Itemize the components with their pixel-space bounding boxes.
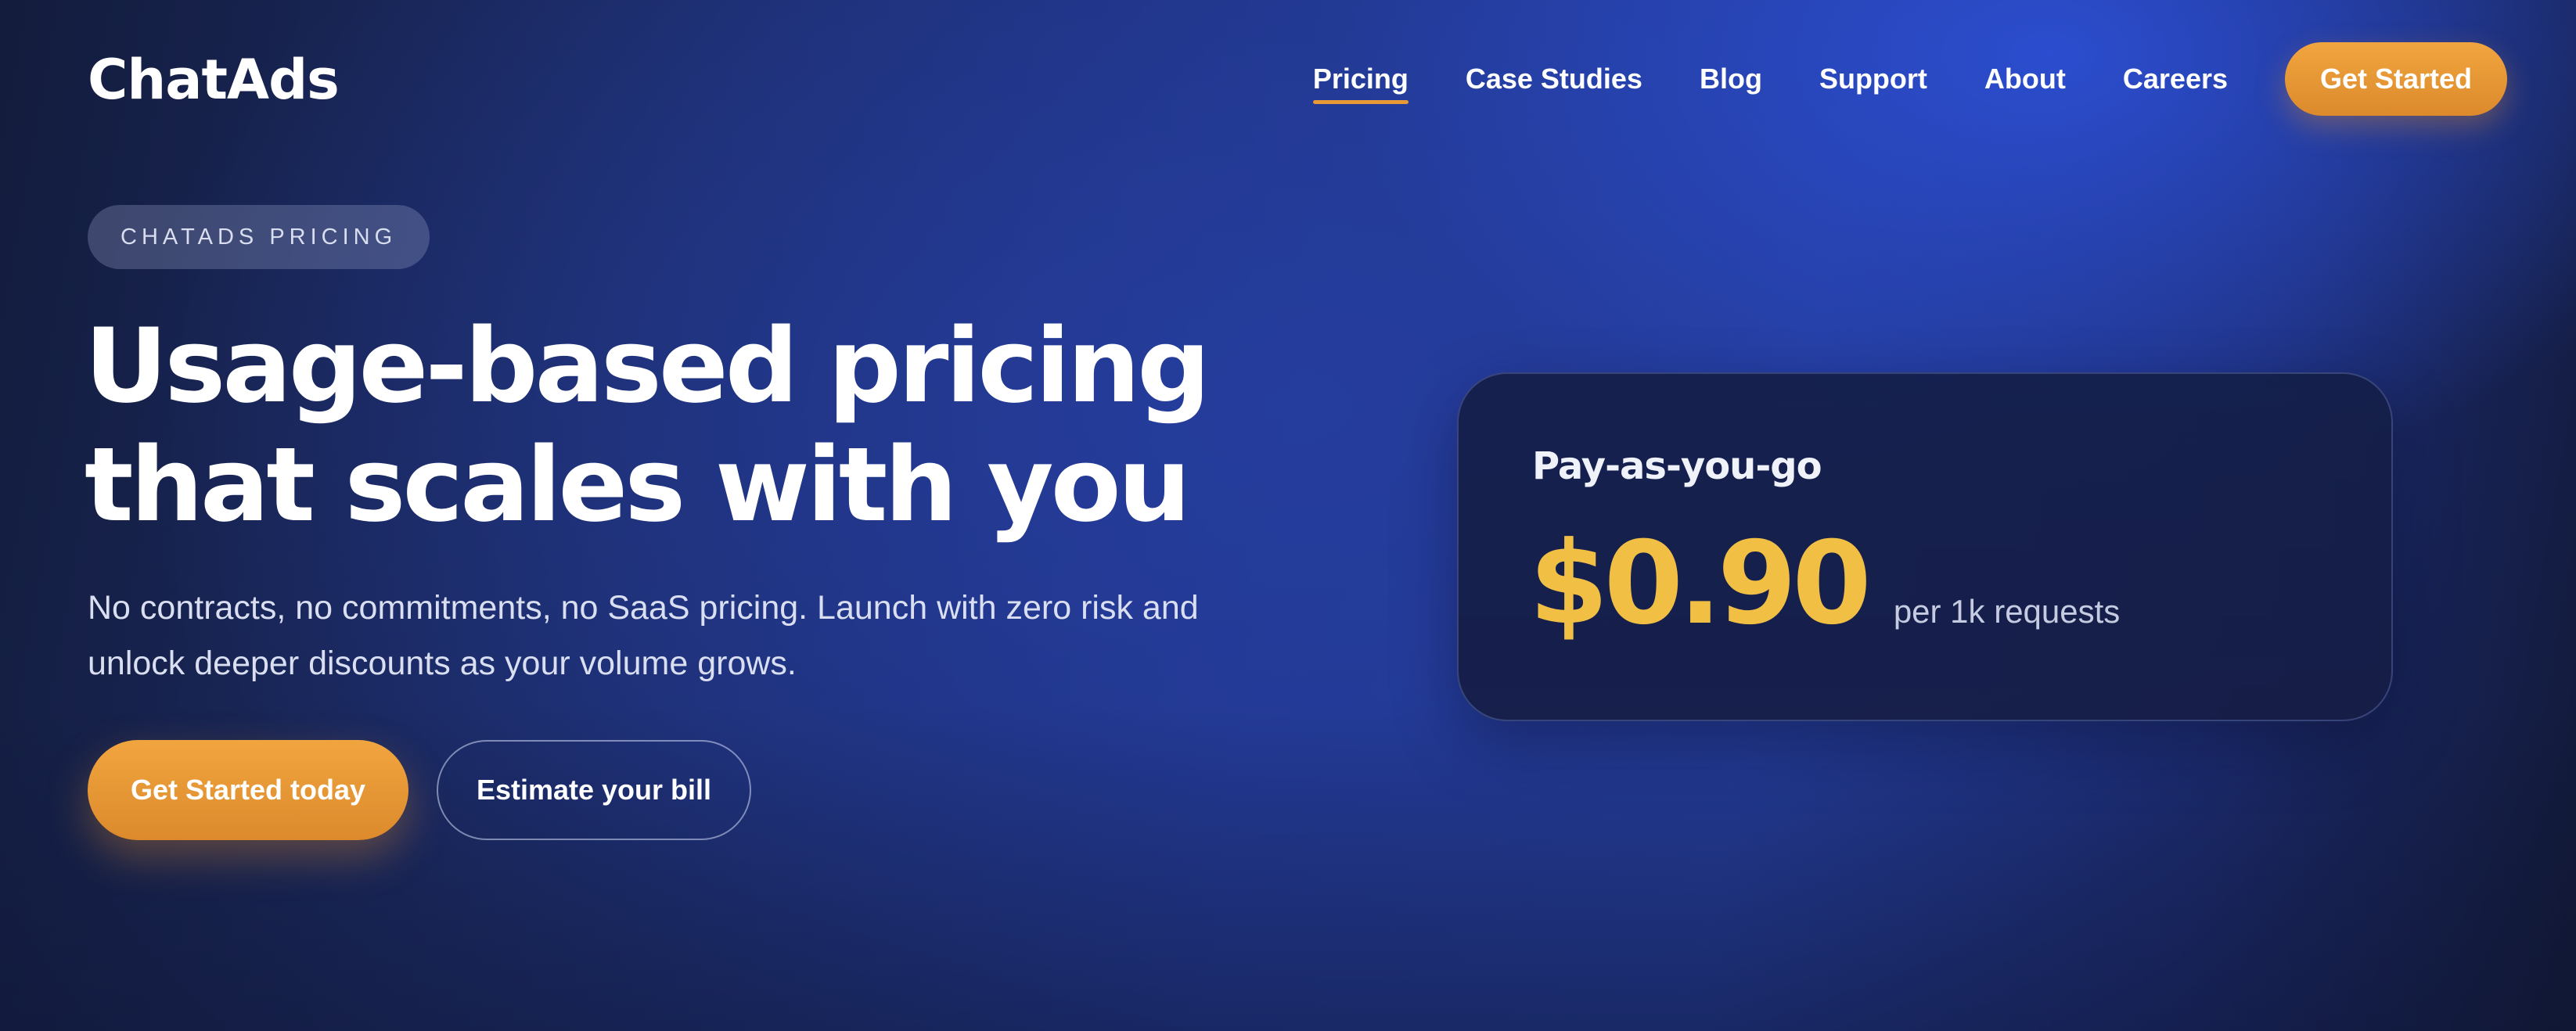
nav-link-blog[interactable]: Blog [1700,48,1762,110]
nav-link-careers[interactable]: Careers [2123,48,2228,110]
price-unit: per 1k requests [1893,593,2121,630]
hero-subtext-line: No contracts, no commitments, no SaaS pr… [88,589,1199,627]
nav-link-support[interactable]: Support [1819,48,1927,110]
hero-headline-line: Usage-based pricing [85,306,1211,426]
hero-headline-line: that scales with you [85,425,1191,544]
get-started-button[interactable]: Get Started [2285,42,2507,116]
nav-link-about[interactable]: About [1984,48,2066,110]
pricing-card-title: Pay-as-you-go [1532,444,1822,488]
nav-link-case-studies[interactable]: Case Studies [1466,48,1642,110]
section-badge: CHATADS PRICING [88,205,430,269]
pricing-card: Pay-as-you-go $0.90 per 1k requests [1457,372,2393,721]
main-nav: Pricing Case Studies Blog Support About … [1312,42,2507,116]
hero-subtext-line: unlock deeper discounts as your volume g… [88,645,797,682]
estimate-bill-button[interactable]: Estimate your bill [437,740,751,840]
nav-link-pricing[interactable]: Pricing [1312,48,1409,110]
get-started-today-button[interactable]: Get Started today [88,740,408,840]
price-row: $0.90 per 1k requests [1529,521,2120,646]
brand-logo[interactable]: ChatAds [88,44,340,116]
hero-headline: Usage-based pricing that scales with you [85,307,1258,544]
hero-subtext: No contracts, no commitments, no SaaS pr… [88,580,1340,692]
price-value: $0.90 [1529,517,1872,650]
